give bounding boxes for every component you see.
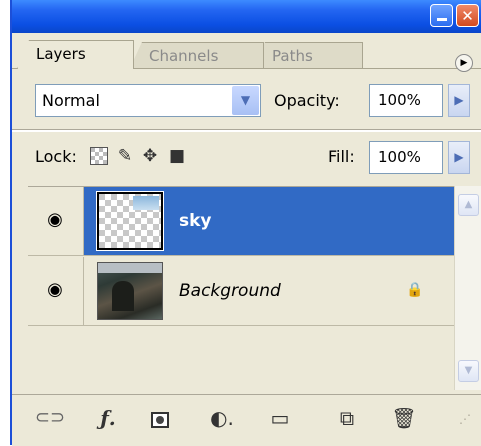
layer-row-sky[interactable]: ◉ sky	[28, 187, 454, 256]
layer-row-background[interactable]: ◉ Background 🔒	[28, 257, 454, 326]
minimize-icon	[436, 18, 447, 21]
visibility-toggle[interactable]: ◉	[28, 257, 84, 325]
opacity-field[interactable]: 100%	[369, 84, 443, 117]
palette-tabs: Paths Channels Layers	[12, 38, 481, 69]
lock-image-pixels-icon[interactable]: ✎	[115, 146, 135, 166]
fill-label: Fill:	[328, 147, 355, 166]
panel-menu-button[interactable]: ▶	[455, 54, 473, 72]
palette-toolbar: ⊂⊃ ƒ. ◐. ▭ ⧉ 🗑 ⋰	[12, 394, 481, 446]
lock-label: Lock:	[35, 147, 77, 166]
layer-name[interactable]: Background	[179, 257, 281, 325]
layer-style-icon[interactable]: ƒ.	[88, 405, 128, 431]
visibility-toggle[interactable]: ◉	[28, 187, 84, 255]
layer-name[interactable]: sky	[179, 187, 212, 255]
tab-paths[interactable]: Paths	[253, 42, 363, 68]
lock-transparent-pixels-icon[interactable]	[90, 147, 108, 165]
blend-mode-value: Normal	[42, 91, 100, 110]
minimize-button[interactable]	[430, 4, 453, 27]
fill-field[interactable]: 100%	[369, 141, 443, 174]
layer-mask-icon[interactable]	[145, 405, 175, 431]
lock-position-icon[interactable]: ✥	[140, 146, 160, 166]
close-button[interactable]: ✕	[456, 4, 479, 27]
trash-icon[interactable]: 🗑	[389, 405, 419, 431]
blend-mode-select[interactable]: Normal ▼	[35, 84, 261, 117]
layer-thumbnail	[97, 262, 163, 320]
resize-grip[interactable]: ⋰	[459, 409, 479, 429]
scrollbar[interactable]: ▲ ▼	[454, 186, 481, 390]
chevron-down-icon[interactable]: ▼	[232, 86, 259, 115]
divider	[12, 129, 481, 132]
panel-menu-icon: ▶	[460, 58, 468, 68]
thumbnail-image	[112, 281, 134, 311]
eye-icon: ◉	[47, 279, 63, 300]
thumbnail-image	[98, 263, 162, 273]
tab-layers[interactable]: Layers	[17, 40, 134, 69]
layers-list: ◉ sky ◉ Background 🔒	[28, 186, 454, 390]
scroll-up-button[interactable]: ▲	[458, 194, 479, 216]
eye-icon: ◉	[47, 209, 63, 230]
scroll-down-button[interactable]: ▼	[458, 360, 479, 382]
title-bar[interactable]: ✕	[12, 0, 481, 33]
layers-palette: ✕ Paths Channels Layers ▶ Normal ▼ Opaci…	[10, 0, 481, 446]
lock-icon: 🔒	[406, 282, 424, 298]
thumbnail-image	[133, 196, 159, 210]
link-layers-icon[interactable]: ⊂⊃	[32, 405, 68, 431]
opacity-slider-button[interactable]: ▶	[448, 84, 470, 117]
tab-channels[interactable]: Channels	[130, 42, 264, 68]
opacity-label: Opacity:	[274, 91, 340, 110]
lock-all-icon[interactable]: ■	[167, 146, 187, 166]
layer-thumbnail	[96, 191, 164, 251]
close-icon: ✕	[461, 6, 474, 25]
new-layer-icon[interactable]: ⧉	[332, 405, 362, 431]
adjustment-layer-icon[interactable]: ◐.	[200, 405, 244, 431]
fill-slider-button[interactable]: ▶	[448, 141, 470, 174]
folder-icon[interactable]: ▭	[265, 405, 295, 431]
